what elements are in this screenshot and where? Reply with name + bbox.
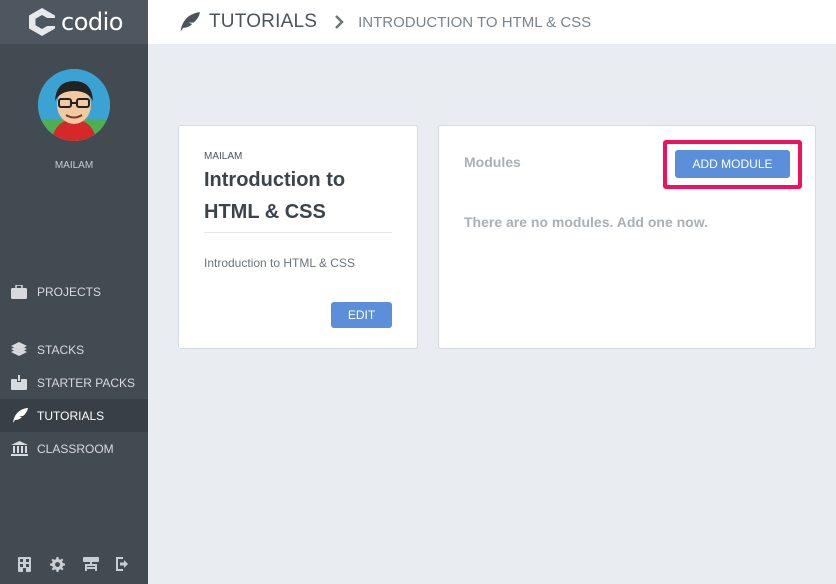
- sidebar: codio MAILAM PROJECTS STACKS STARTER PAC…: [0, 0, 148, 584]
- institution-icon: [10, 440, 28, 458]
- sidebar-item-label: TUTORIALS: [37, 408, 105, 423]
- sidebar-item-label: STACKS: [37, 342, 85, 357]
- divider: [204, 232, 392, 233]
- sidebar-item-stacks[interactable]: STACKS: [0, 333, 148, 366]
- username: MAILAM: [54, 160, 94, 171]
- codio-logo-icon: [29, 8, 57, 36]
- sidebar-item-label: PROJECTS: [37, 284, 102, 299]
- logo-text: codio: [61, 8, 123, 36]
- gear-icon[interactable]: [49, 555, 67, 573]
- feather-icon: [10, 407, 28, 425]
- modules-card: Modules ADD MODULE There are no modules.…: [438, 125, 816, 349]
- edit-button[interactable]: EDIT: [331, 302, 392, 328]
- header-bar: TUTORIALS INTRODUCTION TO HTML & CSS: [148, 0, 836, 44]
- add-module-button[interactable]: ADD MODULE: [675, 150, 790, 178]
- logo[interactable]: codio: [0, 0, 148, 44]
- avatar[interactable]: [38, 69, 110, 141]
- logout-icon[interactable]: [115, 555, 133, 573]
- modules-heading: Modules: [464, 154, 521, 170]
- tutorial-title: Introduction to HTML & CSS: [204, 169, 346, 223]
- layers-icon: [10, 341, 28, 359]
- breadcrumb-tutorials[interactable]: TUTORIALS: [209, 11, 317, 33]
- feather-icon: [178, 11, 200, 33]
- tutorial-card: MAILAM Introduction to HTML & CSS Introd…: [178, 125, 418, 349]
- sidebar-item-label: CLASSROOM: [37, 441, 114, 456]
- empty-modules-message: There are no modules. Add one now.: [464, 214, 708, 230]
- sidebar-footer: [0, 544, 148, 584]
- tutorial-owner: MAILAM: [204, 151, 243, 162]
- sidebar-item-starter-packs[interactable]: STARTER PACKS: [0, 366, 148, 399]
- sidebar-item-label: STARTER PACKS: [37, 375, 136, 390]
- tutorial-description: Introduction to HTML & CSS: [204, 256, 355, 270]
- sidebar-item-projects[interactable]: PROJECTS: [0, 275, 148, 308]
- briefcase-icon: [10, 283, 28, 301]
- box-icon: [10, 374, 28, 392]
- sitemap-icon[interactable]: [82, 555, 100, 573]
- chevron-right-icon: [335, 15, 344, 29]
- breadcrumb-current: INTRODUCTION TO HTML & CSS: [358, 13, 592, 31]
- building-icon[interactable]: [16, 555, 34, 573]
- sidebar-item-classroom[interactable]: CLASSROOM: [0, 432, 148, 465]
- sidebar-item-tutorials[interactable]: TUTORIALS: [0, 399, 148, 432]
